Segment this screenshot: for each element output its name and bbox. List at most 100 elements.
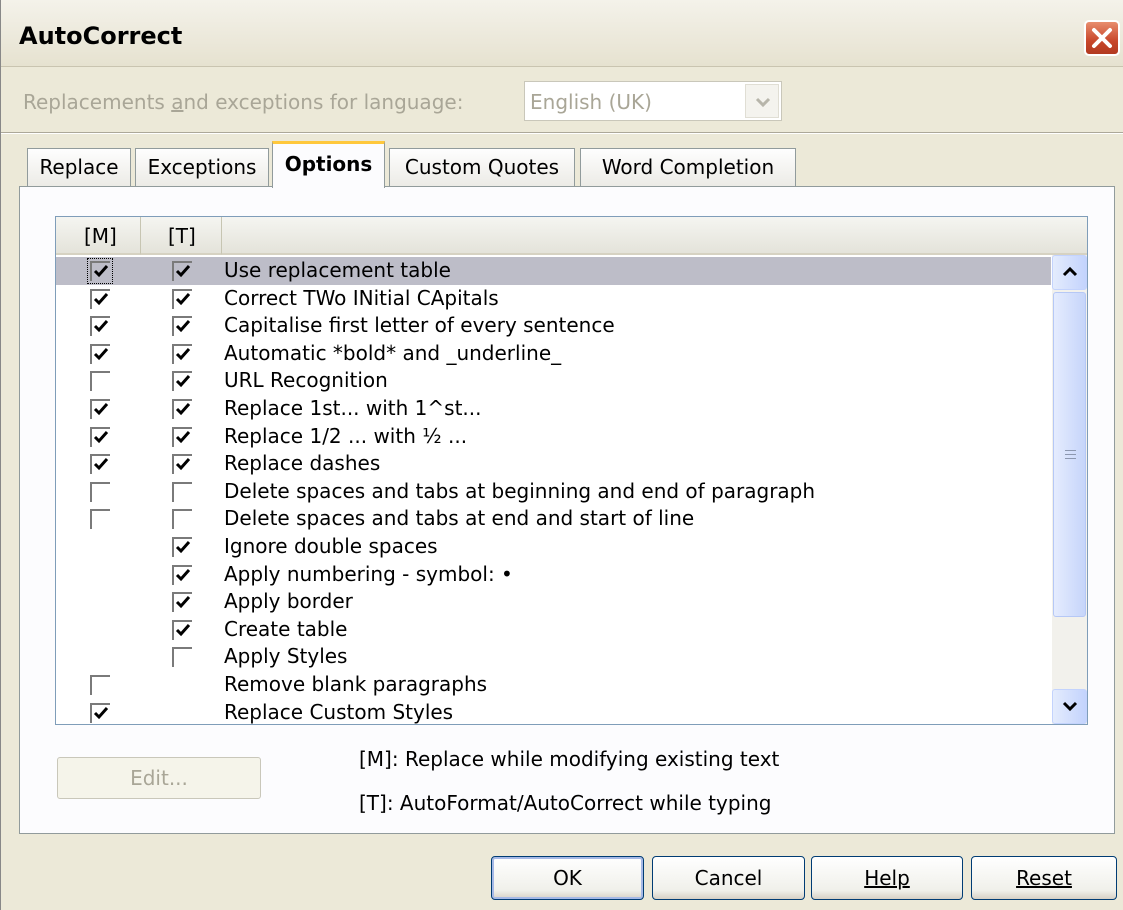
option-row[interactable]: Delete spaces and tabs at end and start … [56, 505, 1051, 533]
option-row[interactable]: Correct TWo INitial CApitals [56, 285, 1051, 313]
option-row[interactable]: Ignore double spaces [56, 533, 1051, 561]
scroll-grip [1065, 458, 1076, 459]
title-bar: AutoCorrect [1, 0, 1123, 67]
m-checkbox[interactable] [90, 316, 110, 337]
window-title: AutoCorrect [19, 22, 183, 50]
checkmark-icon [175, 623, 191, 636]
m-checkbox[interactable] [90, 702, 110, 723]
checkmark-icon [93, 347, 109, 360]
t-checkbox[interactable] [172, 481, 192, 502]
m-checkbox[interactable] [90, 426, 110, 447]
header-separator [1, 132, 1123, 134]
tab-replace[interactable]: Replace [27, 148, 131, 186]
edit-button-label: Edit... [130, 766, 188, 790]
checkmark-icon [93, 458, 109, 471]
t-checkbox[interactable] [172, 343, 192, 364]
option-label: Create table [224, 616, 348, 641]
t-checkbox[interactable] [172, 592, 192, 613]
option-label: Delete spaces and tabs at beginning and … [224, 478, 816, 503]
option-label: URL Recognition [224, 368, 388, 393]
m-checkbox[interactable] [90, 481, 110, 502]
option-row[interactable]: Replace 1st... with 1^st... [56, 395, 1051, 423]
option-label: Delete spaces and tabs at end and start … [224, 506, 695, 531]
checkmark-icon [175, 403, 191, 416]
scroll-grip [1065, 454, 1076, 455]
checkmark-icon [175, 430, 191, 443]
column-header-label: [T] [168, 224, 196, 248]
ok-button[interactable]: OK [491, 856, 644, 900]
column-header-t[interactable]: [T] [141, 217, 222, 255]
checkmark-icon [93, 265, 109, 278]
checkmark-icon [175, 320, 191, 333]
language-select[interactable]: English (UK) [524, 81, 782, 121]
option-row[interactable]: Replace 1/2 ... with ½ ... [56, 423, 1051, 451]
option-row[interactable]: Create table [56, 616, 1051, 644]
option-row[interactable]: Remove blank paragraphs [56, 671, 1051, 699]
m-checkbox[interactable] [90, 288, 110, 309]
m-checkbox[interactable] [90, 454, 110, 475]
tab-exceptions[interactable]: Exceptions [135, 148, 269, 186]
m-checkbox[interactable] [90, 509, 110, 530]
t-checkbox[interactable] [172, 426, 192, 447]
language-dropdown-button[interactable] [745, 84, 779, 118]
t-checkbox[interactable] [172, 564, 192, 585]
checkmark-icon [93, 706, 109, 719]
option-label: Correct TWo INitial CApitals [224, 285, 499, 310]
option-row[interactable]: Apply Styles [56, 643, 1051, 671]
language-value: English (UK) [530, 90, 652, 114]
edit-button[interactable]: Edit... [57, 757, 261, 799]
scroll-thumb[interactable] [1053, 292, 1086, 617]
options-list[interactable]: [M] [T] Use replacement table Correct TWo… [55, 216, 1088, 725]
tab-word-completion[interactable]: Word Completion [580, 148, 796, 186]
close-button[interactable] [1084, 20, 1120, 56]
scroll-up-button[interactable] [1052, 255, 1087, 290]
t-checkbox[interactable] [172, 454, 192, 475]
column-header-option[interactable] [222, 217, 1087, 255]
vertical-scrollbar[interactable] [1052, 255, 1087, 724]
arrow-up-icon [1062, 266, 1078, 277]
option-row[interactable]: Apply border [56, 588, 1051, 616]
t-checkbox[interactable] [172, 371, 192, 392]
option-row[interactable]: Replace Custom Styles [56, 699, 1051, 724]
m-checkbox[interactable] [90, 343, 110, 364]
reset-button[interactable]: Reset [971, 856, 1117, 900]
close-icon [1092, 28, 1112, 48]
chevron-down-icon [755, 97, 771, 108]
t-checkbox[interactable] [172, 619, 192, 640]
checkmark-icon [175, 458, 191, 471]
t-checkbox[interactable] [172, 647, 192, 668]
t-checkbox[interactable] [172, 509, 192, 530]
checkmark-icon [175, 347, 191, 360]
cancel-button[interactable]: Cancel [652, 856, 805, 900]
t-checkbox[interactable] [172, 537, 192, 557]
tab-options[interactable]: Options [272, 141, 385, 188]
scroll-down-button[interactable] [1052, 689, 1087, 724]
option-row[interactable]: Automatic *bold* and _underline_ [56, 340, 1051, 368]
option-row[interactable]: Capitalise first letter of every sentenc… [56, 312, 1051, 340]
t-checkbox[interactable] [172, 288, 192, 309]
option-label: Replace 1/2 ... with ½ ... [224, 423, 468, 448]
m-checkbox[interactable] [90, 675, 110, 695]
t-checkbox[interactable] [172, 316, 192, 337]
m-checkbox[interactable] [90, 371, 110, 392]
tab-custom-quotes[interactable]: Custom Quotes [389, 148, 575, 186]
legend-t: [T]: AutoFormat/AutoCorrect while typing [359, 791, 772, 815]
checkmark-icon [175, 292, 191, 305]
option-row[interactable]: Use replacement table [56, 257, 1051, 285]
option-row[interactable]: Delete spaces and tabs at beginning and … [56, 478, 1051, 506]
option-row[interactable]: URL Recognition [56, 367, 1051, 395]
t-checkbox[interactable] [172, 399, 192, 419]
m-checkbox[interactable] [90, 399, 110, 419]
t-checkbox[interactable] [172, 261, 192, 281]
checkmark-icon [175, 375, 191, 388]
option-label: Ignore double spaces [224, 534, 438, 558]
checkmark-icon [175, 568, 191, 581]
help-button[interactable]: Help [811, 856, 963, 900]
column-header-m[interactable]: [M] [56, 217, 141, 255]
option-label: Use replacement table [224, 258, 451, 282]
option-label: Capitalise first letter of every sentenc… [224, 313, 615, 338]
m-checkbox[interactable] [87, 258, 113, 284]
option-label: Automatic *bold* and _underline_ [224, 340, 562, 365]
option-row[interactable]: Apply numbering - symbol: • [56, 561, 1051, 589]
option-row[interactable]: Replace dashes [56, 450, 1051, 478]
